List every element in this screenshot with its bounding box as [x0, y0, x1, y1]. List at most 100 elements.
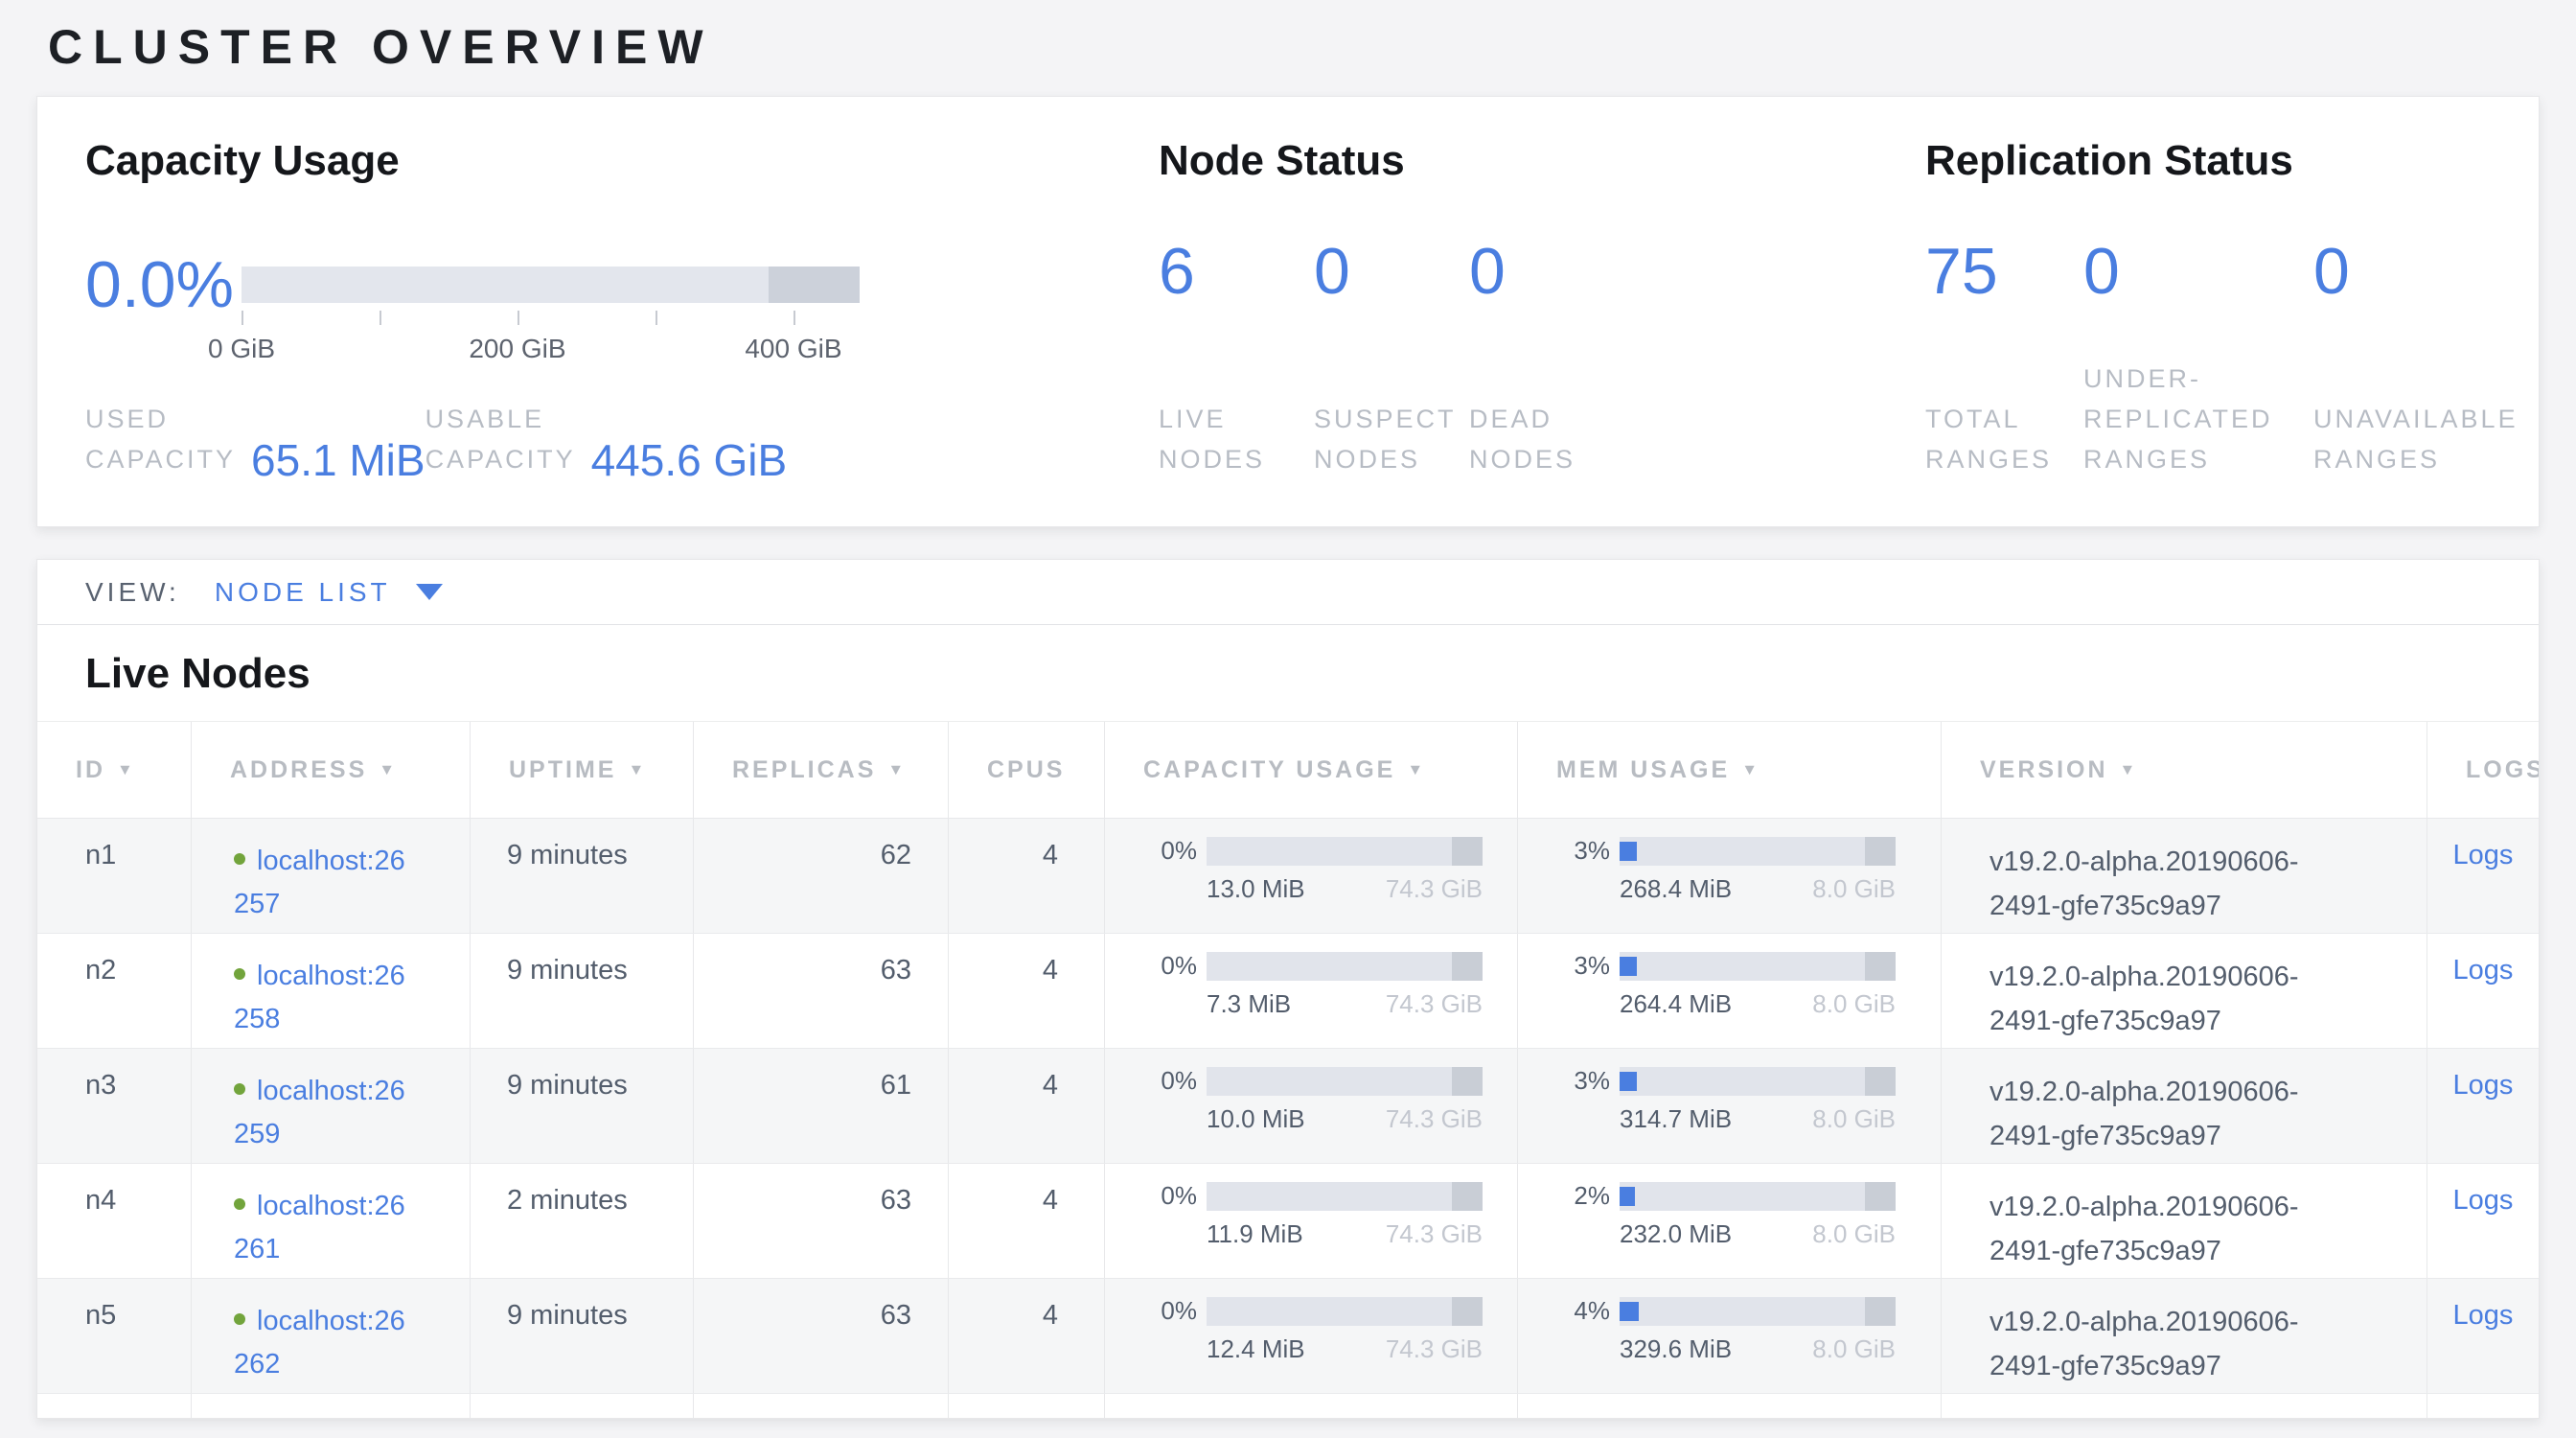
table-row: n2 localhost:26258 9 minutes 63 4 0%: [37, 934, 2539, 1049]
replication-status-heading: Replication Status: [1925, 137, 2539, 185]
capacity-bar-reserved: [1452, 1297, 1483, 1326]
memory-used: 314.7 MiB: [1620, 1104, 1732, 1134]
node-address-link[interactable]: localhost:26259: [234, 1076, 405, 1149]
node-address-cell: localhost:26258: [192, 934, 471, 1048]
node-id-cell: n5: [37, 1279, 192, 1393]
node-status-value: 0: [1469, 239, 1624, 304]
column-header-label: UPTIME: [509, 756, 616, 784]
sort-desc-icon: ▼: [628, 761, 647, 779]
table-body: n1 localhost:26257 9 minutes 62 4 0%: [37, 819, 2539, 1419]
column-header-label: VERSION: [1980, 756, 2108, 784]
view-label: VIEW:: [85, 577, 180, 608]
node-uptime-cell: 2 minutes: [471, 1164, 694, 1278]
column-header[interactable]: CAPACITY USAGE ▼: [1105, 722, 1518, 818]
memory-bar-fill: [1620, 1302, 1639, 1321]
memory-percent: 2%: [1533, 1181, 1610, 1211]
column-header[interactable]: REPLICAS ▼: [694, 722, 949, 818]
node-capacity-cell: 0% 10.0 MiB 74.3 GiB: [1105, 1049, 1518, 1163]
table-row: n5 localhost:26262 9 minutes 63 4 0%: [37, 1279, 2539, 1394]
memory-bar-fill: [1620, 1072, 1637, 1091]
chevron-down-icon: [416, 584, 443, 600]
node-address-link[interactable]: localhost:26261: [234, 1191, 405, 1264]
gauge-tick-label: 400 GiB: [745, 334, 841, 364]
memory-bar-fill: [1620, 957, 1637, 976]
column-header[interactable]: ID ▼: [37, 722, 192, 818]
node-cpus-cell: 4: [949, 1279, 1105, 1393]
node-address-cell: localhost:26259: [192, 1049, 471, 1163]
table-row: n1 localhost:26257 9 minutes 62 4 0%: [37, 819, 2539, 934]
capacity-metric-value: 65.1 MiB: [251, 438, 426, 482]
node-logs-cell: Logs: [2427, 1279, 2539, 1393]
node-address-link[interactable]: localhost:26262: [234, 1306, 405, 1380]
memory-percent: 3%: [1533, 836, 1610, 866]
node-replicas-cell: 63: [694, 1164, 949, 1278]
node-logs-cell: Logs: [2427, 1049, 2539, 1163]
view-selector[interactable]: NODE LIST: [215, 577, 443, 608]
logs-link[interactable]: Logs: [2453, 1185, 2514, 1216]
column-header[interactable]: ADDRESS ▼: [192, 722, 471, 818]
node-cpus-cell: [949, 1394, 1105, 1419]
node-status-metric: 0 DEAD NODES: [1469, 239, 1624, 480]
node-address-link[interactable]: localhost:26257: [234, 846, 405, 919]
node-live-icon: [234, 1313, 245, 1325]
logs-link[interactable]: Logs: [2453, 1300, 2514, 1331]
memory-bar: [1620, 1297, 1896, 1326]
node-id-cell: n3: [37, 1049, 192, 1163]
column-header[interactable]: LOGS: [2427, 722, 2540, 818]
gauge-tick: [656, 311, 657, 325]
capacity-used: 10.0 MiB: [1207, 1104, 1305, 1134]
capacity-percent: 0%: [1120, 951, 1197, 981]
capacity-percent: 0%: [1120, 836, 1197, 866]
node-status-heading: Node Status: [1159, 137, 1925, 185]
node-live-icon: [234, 1198, 245, 1210]
node-status-metric: 0 SUSPECT NODES: [1314, 239, 1469, 480]
capacity-bar-reserved: [1452, 1182, 1483, 1211]
sort-desc-icon: ▼: [1741, 761, 1760, 779]
column-header[interactable]: VERSION ▼: [1942, 722, 2427, 818]
node-replicas-cell: 63: [694, 1279, 949, 1393]
node-memory-cell: 4% 329.6 MiB 8.0 GiB: [1518, 1279, 1942, 1393]
node-capacity-cell: [1105, 1394, 1518, 1419]
column-header[interactable]: CPUS: [949, 722, 1105, 818]
live-nodes-panel: VIEW: NODE LIST Live Nodes ID ▼ ADDRESS …: [36, 559, 2540, 1419]
memory-bar-fill: [1620, 1187, 1635, 1206]
node-live-icon: [234, 1083, 245, 1095]
gauge-tick: [518, 311, 519, 325]
memory-total: 8.0 GiB: [1812, 1334, 1896, 1364]
capacity-usage-heading: Capacity Usage: [85, 137, 1159, 185]
logs-link[interactable]: Logs: [2453, 955, 2514, 986]
capacity-used: 13.0 MiB: [1207, 874, 1305, 904]
node-address-cell: localhost:26262: [192, 1279, 471, 1393]
node-logs-cell: Logs: [2427, 819, 2539, 933]
node-id-cell: [37, 1394, 192, 1419]
sort-desc-icon: ▼: [117, 761, 136, 779]
column-header[interactable]: UPTIME ▼: [471, 722, 694, 818]
memory-bar: [1620, 837, 1896, 866]
column-header-label: LOGS: [2466, 756, 2540, 784]
node-address-link[interactable]: localhost:26258: [234, 961, 405, 1034]
node-memory-cell: [1518, 1394, 1942, 1419]
capacity-total: 74.3 GiB: [1386, 874, 1483, 904]
logs-link[interactable]: Logs: [2453, 840, 2514, 870]
node-cpus-cell: 4: [949, 1049, 1105, 1163]
memory-percent: 3%: [1533, 1066, 1610, 1096]
capacity-metric-label: USABLE CAPACITY: [426, 400, 576, 480]
node-replicas-cell: [694, 1394, 949, 1419]
capacity-gauge-reserved-segment: [769, 267, 860, 303]
capacity-metric-label: USED CAPACITY: [85, 400, 236, 480]
node-replicas-cell: 62: [694, 819, 949, 933]
summary-panel: Capacity Usage 0.0% 0 GiB200 GiB400 GiB: [36, 96, 2540, 527]
capacity-used: 11.9 MiB: [1207, 1219, 1303, 1249]
logs-link[interactable]: Logs: [2453, 1070, 2514, 1101]
replication-value: 0: [2083, 239, 2313, 304]
replication-status-section: Replication Status 75 TOTAL RANGES 0 UND…: [1925, 137, 2539, 526]
capacity-usage-section: Capacity Usage 0.0% 0 GiB200 GiB400 GiB: [85, 137, 1159, 526]
table-row: n3 localhost:26259 9 minutes 61 4 0%: [37, 1049, 2539, 1164]
node-id-cell: n1: [37, 819, 192, 933]
capacity-used: 12.4 MiB: [1207, 1334, 1305, 1364]
column-header[interactable]: MEM USAGE ▼: [1518, 722, 1942, 818]
node-status-label: LIVE NODES: [1159, 400, 1314, 480]
capacity-used-percent: 0.0%: [85, 252, 242, 317]
node-version-cell: v19.2.0-alpha.20190606-2491-gfe735c9a97: [1942, 1049, 2427, 1163]
replication-label: UNDER- REPLICATED RANGES: [2083, 360, 2313, 480]
